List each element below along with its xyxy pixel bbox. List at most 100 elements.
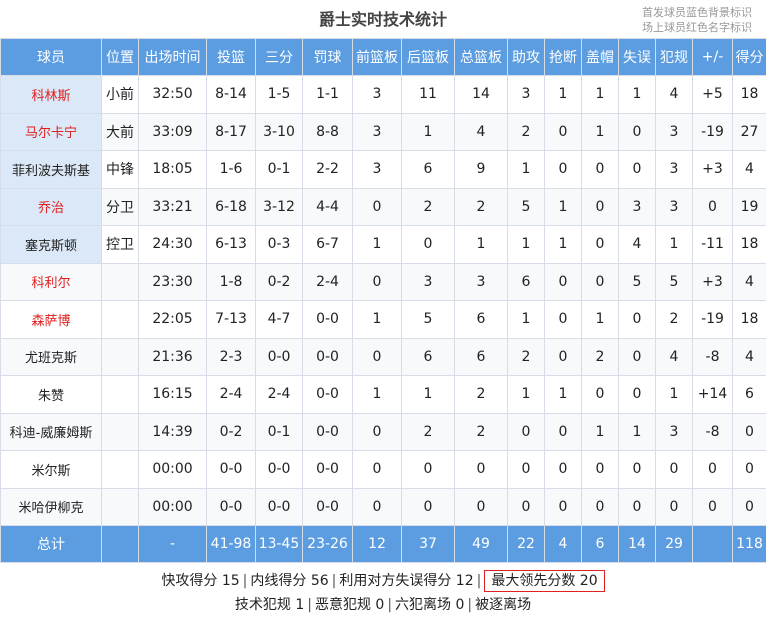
table-body: 科林斯 小前 32:50 8-14 1-5 1-1 3 11 14 3 1 1 1 4 +5 18 马尔卡宁 大前… [0, 75, 766, 526]
stat-cell: 1 [655, 375, 693, 414]
stat-cell: 0 [655, 450, 693, 489]
player-position [101, 337, 139, 376]
column-header: 三分 [255, 38, 303, 76]
player-row: 科林斯 小前 32:50 8-14 1-5 1-1 3 11 14 3 1 1 1 4 +5 18 [0, 75, 766, 114]
stat-cell: 0 [544, 412, 582, 451]
totals-cell: 12 [352, 525, 402, 563]
separator: | [307, 597, 312, 613]
stat-cell: 3 [655, 412, 693, 451]
stat-cell: 1-6 [206, 150, 256, 189]
stat-cell: 0 [581, 375, 619, 414]
stat-cell: 0 [618, 300, 656, 339]
player-row: 科迪-威廉姆斯 14:39 0-2 0-1 0-0 0 2 2 0 0 1 1 3 -8 0 [0, 412, 766, 451]
player-row: 科利尔 23:30 1-8 0-2 2-4 0 3 3 6 0 0 5 5 +3 4 [0, 262, 766, 301]
player-name[interactable]: 朱赞 [0, 375, 102, 414]
stat-cell: 5 [401, 300, 455, 339]
stat-cell: 0 [544, 450, 582, 489]
column-header: +/- [692, 38, 733, 76]
stat-cell: 8-17 [206, 112, 256, 151]
stat-cell: 5 [655, 262, 693, 301]
stat-cell: 1 [454, 225, 508, 264]
stat-cell: 0 [618, 487, 656, 526]
stat-cell: +3 [692, 150, 733, 189]
stat-cell: -19 [692, 112, 733, 151]
player-name[interactable]: 科林斯 [0, 75, 102, 114]
stat-cell: 16:15 [138, 375, 207, 414]
stat-cell: 32:50 [138, 75, 207, 114]
totals-cell: 14 [618, 525, 656, 563]
stat-cell: 1 [544, 375, 582, 414]
stat-cell: 1-8 [206, 262, 256, 301]
stat-cell: 0 [352, 337, 402, 376]
stat-cell: 4-7 [255, 300, 303, 339]
player-name[interactable]: 米尔斯 [0, 450, 102, 489]
stat-cell: 2 [401, 412, 455, 451]
stat-cell: 18 [732, 75, 766, 114]
stat-cell: 2-4 [206, 375, 256, 414]
stat-cell: 18 [732, 300, 766, 339]
player-row: 米尔斯 00:00 0-0 0-0 0-0 0 0 0 0 0 0 0 0 0 0 [0, 450, 766, 489]
stat-cell: 0 [581, 187, 619, 226]
stat-cell: 3 [352, 150, 402, 189]
player-name[interactable]: 乔治 [0, 187, 102, 226]
player-name[interactable]: 科利尔 [0, 262, 102, 301]
player-name[interactable]: 马尔卡宁 [0, 112, 102, 151]
points-off-turnovers: 利用对方失误得分 12 [339, 573, 474, 589]
stat-cell: 0-0 [255, 487, 303, 526]
stat-cell: 3 [454, 262, 508, 301]
stat-cell: 0-0 [302, 375, 353, 414]
totals-label: 总计 [0, 525, 102, 563]
stat-cell: 3 [655, 187, 693, 226]
stat-cell: 1 [401, 375, 455, 414]
stat-cell: 00:00 [138, 450, 207, 489]
player-row: 乔治 分卫 33:21 6-18 3-12 4-4 0 2 2 5 1 0 3 3 0 19 [0, 187, 766, 226]
totals-cell: 23-26 [302, 525, 353, 563]
column-header: 后篮板 [401, 38, 455, 76]
stat-cell: 0 [732, 450, 766, 489]
stat-cell: 0 [581, 262, 619, 301]
flagrant-fouls: 恶意犯规 0 [314, 597, 385, 613]
player-name[interactable]: 米哈伊柳克 [0, 487, 102, 526]
stat-cell: 4 [655, 75, 693, 114]
stat-cell: 7-13 [206, 300, 256, 339]
column-header: 助攻 [507, 38, 545, 76]
stat-cell: 0 [692, 187, 733, 226]
stat-cell: 0 [454, 450, 508, 489]
stat-cell: -11 [692, 225, 733, 264]
starter-legend-note: 首发球员蓝色背景标识 [642, 6, 752, 19]
stat-cell: 0 [352, 187, 402, 226]
stat-cell: 6-13 [206, 225, 256, 264]
ejected: 被逐离场 [475, 597, 532, 613]
player-name[interactable]: 科迪-威廉姆斯 [0, 412, 102, 451]
totals-cell: 13-45 [255, 525, 303, 563]
stat-cell: 0 [618, 337, 656, 376]
player-name[interactable]: 塞克斯顿 [0, 225, 102, 264]
stat-cell: -19 [692, 300, 733, 339]
stat-cell: 0-1 [255, 412, 303, 451]
column-header: 失误 [618, 38, 656, 76]
column-header: 犯规 [655, 38, 693, 76]
player-position [101, 300, 139, 339]
player-name[interactable]: 森萨博 [0, 300, 102, 339]
player-row: 森萨博 22:05 7-13 4-7 0-0 1 5 6 1 0 1 0 2 -19 18 [0, 300, 766, 339]
stat-cell: 1 [618, 75, 656, 114]
stat-cell: 33:09 [138, 112, 207, 151]
stat-cell: 33:21 [138, 187, 207, 226]
player-row: 尤班克斯 21:36 2-3 0-0 0-0 0 6 6 2 0 2 0 4 -8 4 [0, 337, 766, 376]
stat-cell: 1 [352, 300, 402, 339]
player-position: 小前 [101, 75, 139, 114]
stat-cell: 14:39 [138, 412, 207, 451]
stat-cell: 3 [507, 75, 545, 114]
stat-cell: 6 [454, 337, 508, 376]
stat-cell: 0 [454, 487, 508, 526]
player-position: 控卫 [101, 225, 139, 264]
stat-cell: 2 [454, 375, 508, 414]
stat-cell: -8 [692, 337, 733, 376]
stat-cell: 0-2 [255, 262, 303, 301]
player-name[interactable]: 菲利波夫斯基 [0, 150, 102, 189]
stat-cell: 2 [507, 337, 545, 376]
player-name[interactable]: 尤班克斯 [0, 337, 102, 376]
column-header: 前篮板 [352, 38, 402, 76]
stat-cell: 0 [581, 225, 619, 264]
stat-cell: 27 [732, 112, 766, 151]
